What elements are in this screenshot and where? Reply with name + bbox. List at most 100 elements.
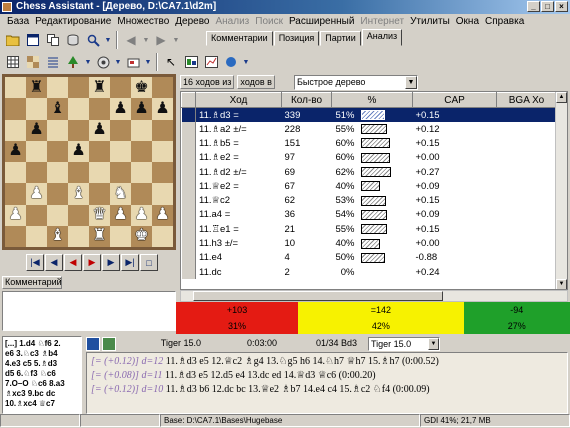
column-header-move[interactable]: Ход — [195, 92, 282, 108]
table-row[interactable]: 11.♗b5 = 151 60% +0.15 — [181, 136, 557, 151]
board-square[interactable]: ♟ — [110, 98, 131, 120]
board-square[interactable]: ♛ — [89, 204, 110, 226]
table-row[interactable]: 11.♗e2 = 97 60% +0.00 — [181, 150, 557, 165]
tab-games[interactable]: Партии — [320, 31, 361, 46]
board-square[interactable] — [131, 183, 152, 205]
column-header-cap[interactable]: CAP — [412, 92, 497, 108]
chevron-down-icon[interactable]: ▼ — [404, 75, 417, 89]
board-square[interactable] — [89, 140, 110, 162]
board-square[interactable]: ♝ — [47, 98, 68, 120]
board-square[interactable] — [68, 77, 89, 99]
menu-edit[interactable]: Редактирование — [32, 16, 114, 27]
board-square[interactable]: ♟ — [5, 204, 26, 226]
menu-base[interactable]: База — [4, 16, 32, 27]
board-square[interactable] — [26, 98, 47, 120]
white-rook-icon[interactable]: ♜ — [92, 228, 106, 244]
board-square[interactable] — [47, 183, 68, 205]
game-notation[interactable]: [...] 1.d4 ♘f6 2. e6 3.♘c3 ♗b4 4.e3 c5 5… — [2, 336, 82, 414]
tab-position[interactable]: Позиция — [273, 31, 320, 46]
board-square[interactable]: ♚ — [131, 77, 152, 99]
forward-icon[interactable]: ▶ — [152, 31, 170, 49]
black-pawn-icon[interactable]: ♟ — [29, 122, 43, 138]
prev-variation-button[interactable]: ◀ — [64, 254, 82, 271]
globe-dropdown-icon[interactable]: ▼ — [242, 53, 250, 71]
table-row[interactable]: 11.♖e1 = 21 55% +0.15 — [181, 222, 557, 237]
black-rook-icon[interactable]: ♜ — [29, 79, 43, 96]
board-square[interactable] — [131, 119, 152, 141]
board-square[interactable] — [47, 119, 68, 141]
board-square[interactable]: ♟ — [26, 119, 47, 141]
maximize-button[interactable]: □ — [541, 1, 554, 12]
white-bishop-icon[interactable]: ♝ — [50, 228, 64, 244]
copy-icon[interactable] — [44, 31, 62, 49]
board-square[interactable] — [110, 77, 131, 99]
board-square[interactable] — [5, 98, 26, 120]
first-move-button[interactable]: |◀ — [26, 254, 44, 271]
white-king-icon[interactable]: ♚ — [134, 228, 148, 244]
horizontal-scrollbar[interactable] — [180, 290, 568, 302]
board-square[interactable] — [152, 183, 173, 205]
engine-line[interactable]: [= (+0.12)] d=10 11.♗d3 b6 12.dc bc 13.♕… — [91, 383, 563, 397]
vertical-scrollbar[interactable]: ▲ ▼ — [555, 92, 567, 289]
column-header-count[interactable]: Кол-во — [281, 92, 332, 108]
board-square[interactable] — [5, 183, 26, 205]
board-square[interactable]: ♟ — [26, 183, 47, 205]
scroll-thumb[interactable] — [193, 291, 443, 301]
list-icon[interactable] — [44, 53, 62, 71]
menu-help[interactable]: Справка — [482, 16, 527, 27]
black-pawn-icon[interactable]: ♟ — [155, 100, 169, 117]
board-square[interactable] — [68, 204, 89, 226]
engine-start-icon[interactable] — [86, 336, 100, 351]
board-square[interactable] — [89, 183, 110, 205]
menu-internet[interactable]: Интернет — [357, 16, 407, 27]
black-rook-icon[interactable]: ♜ — [92, 79, 106, 96]
table-row[interactable]: 11.a4 = 36 54% +0.09 — [181, 207, 557, 223]
flip-board-button[interactable]: □ — [140, 254, 158, 271]
white-pawn-icon[interactable]: ♟ — [29, 185, 43, 202]
white-queen-icon[interactable]: ♛ — [92, 207, 106, 223]
notation-line[interactable]: 7.O–O ♘c6 8.a3 — [5, 379, 79, 389]
white-pawn-icon[interactable]: ♟ — [155, 207, 169, 223]
analysis-window-icon[interactable] — [182, 53, 200, 71]
globe-icon[interactable] — [222, 53, 240, 71]
board-square[interactable] — [47, 204, 68, 226]
board-square[interactable] — [26, 162, 47, 184]
cursor-icon[interactable]: ↖ — [162, 53, 180, 71]
board-square[interactable]: ♜ — [89, 225, 110, 247]
board-square[interactable]: ♚ — [131, 225, 152, 247]
black-pawn-icon[interactable]: ♟ — [134, 100, 148, 117]
board-square[interactable] — [131, 162, 152, 184]
white-pawn-icon[interactable]: ♟ — [113, 207, 127, 223]
menu-analysis[interactable]: Анализ — [212, 16, 252, 27]
comment-textarea[interactable] — [2, 291, 176, 331]
board-square[interactable]: ♟ — [68, 140, 89, 162]
menu-windows[interactable]: Окна — [453, 16, 482, 27]
table-row[interactable]: 11.e4 4 50% -0.88 — [181, 250, 557, 265]
tab-comments[interactable]: Комментарии — [206, 31, 273, 46]
board-square[interactable] — [89, 98, 110, 120]
forward-dropdown-icon[interactable]: ▼ — [172, 31, 180, 49]
board-square[interactable] — [26, 225, 47, 247]
next-move-button[interactable]: ▶ — [102, 254, 120, 271]
grid-icon[interactable] — [4, 53, 22, 71]
board-square[interactable] — [68, 162, 89, 184]
scroll-down-icon[interactable]: ▼ — [556, 279, 567, 289]
search-icon[interactable] — [84, 31, 102, 49]
board-square[interactable] — [68, 225, 89, 247]
notation-line[interactable]: 4.e3 c5 5.♗d3 — [5, 359, 79, 369]
engine-line[interactable]: [= (+0.12)] d=12 11.♗d3 e5 12.♕c2 ♗g4 13… — [91, 355, 563, 369]
tree-mode-select[interactable]: Быстрое дерево ▼ — [293, 74, 418, 90]
chart-icon[interactable] — [202, 53, 220, 71]
engine-dropdown-icon[interactable]: ▼ — [114, 53, 122, 71]
settings-dropdown-icon[interactable]: ▼ — [144, 53, 152, 71]
board-square[interactable]: ♟ — [152, 98, 173, 120]
board-square[interactable]: ♟ — [152, 204, 173, 226]
table-row[interactable]: 11.♕e2 = 67 40% +0.09 — [181, 179, 557, 194]
board-square[interactable]: ♟ — [89, 119, 110, 141]
tree-icon[interactable] — [64, 53, 82, 71]
board-square[interactable] — [152, 225, 173, 247]
white-pawn-icon[interactable]: ♟ — [134, 207, 148, 223]
board-square[interactable]: ♝ — [47, 225, 68, 247]
engine-output[interactable]: [= (+0.12)] d=12 11.♗d3 e5 12.♕c2 ♗g4 13… — [86, 352, 568, 414]
board-square[interactable] — [5, 225, 26, 247]
